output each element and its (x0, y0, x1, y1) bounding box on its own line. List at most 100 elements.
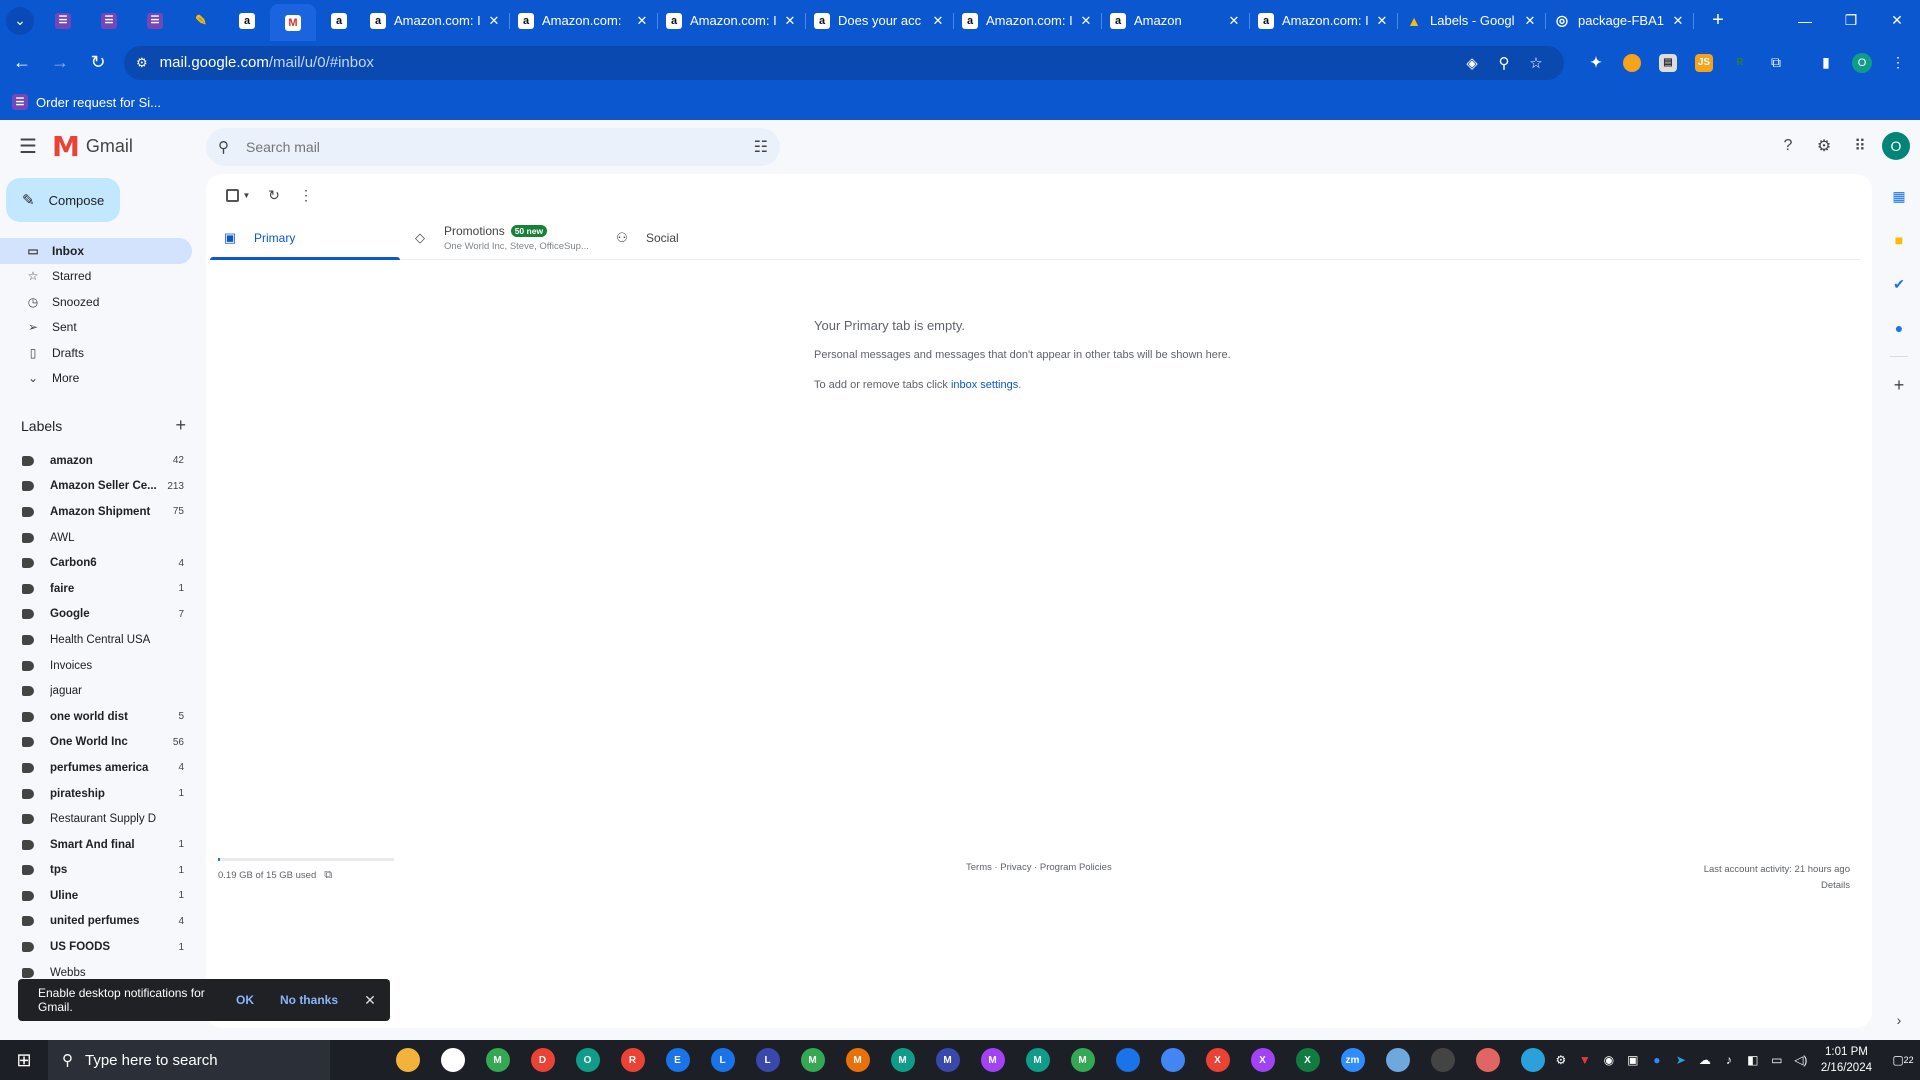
close-tab-icon[interactable]: ✕ (1374, 13, 1390, 29)
network-icon[interactable]: ▭ (1765, 1053, 1789, 1067)
bookmark-star-icon[interactable]: ☆ (1520, 54, 1552, 72)
browser-tab[interactable]: a Does your acc ✕ (806, 4, 954, 38)
taskbar-app[interactable]: M (1015, 1040, 1060, 1080)
address-bar[interactable]: ⚙ mail.google.com/mail/u/0/#inbox ◈ ⚲ ☆ (124, 45, 1564, 80)
calendar-icon[interactable]: ▦ (1878, 174, 1920, 218)
search-icon[interactable]: ⚲ (218, 138, 242, 156)
cloud-icon[interactable]: ☁ (1693, 1053, 1717, 1067)
browser-tab[interactable]: ▲ Labels - Googl ✕ (1398, 4, 1546, 38)
sidebar-item-drafts[interactable]: ▯ Drafts (0, 340, 192, 366)
taskbar-app[interactable] (430, 1040, 475, 1080)
snackbar-ok-button[interactable]: OK (236, 993, 254, 1007)
tray-app-icon[interactable]: ◉ (1597, 1053, 1621, 1067)
browser-tab[interactable]: a Amazon ✕ (1102, 4, 1250, 38)
browser-tab[interactable]: a Amazon.com: ✕ (510, 4, 658, 38)
label-item[interactable]: One World Inc 56 (0, 730, 192, 756)
zoom-tray-icon[interactable]: ● (1645, 1053, 1669, 1067)
taskbar-app[interactable]: zm (1330, 1040, 1375, 1080)
tab-promotions[interactable]: ◇ Promotions 50 new One World Inc, Steve… (400, 216, 602, 259)
label-item[interactable]: Amazon Seller Ce... 213 (0, 474, 192, 500)
taskbar-app[interactable]: X (1240, 1040, 1285, 1080)
url-text[interactable]: mail.google.com/mail/u/0/#inbox (160, 54, 1456, 71)
chrome-menu-button[interactable]: ⋮ (1880, 49, 1916, 77)
taskbar-app[interactable]: E (655, 1040, 700, 1080)
taskbar-app[interactable]: M (925, 1040, 970, 1080)
forward-button[interactable]: → (44, 47, 76, 79)
snackbar-no-thanks-button[interactable]: No thanks (280, 993, 338, 1007)
close-tab-icon[interactable]: ✕ (634, 13, 650, 29)
browser-tab[interactable]: ◎ package-FBA1 ✕ (1546, 4, 1694, 38)
pinned-tab[interactable]: ✎ (178, 4, 224, 38)
extension-button[interactable]: JS (1686, 49, 1722, 77)
pinned-tab[interactable]: ☰ (40, 4, 86, 38)
side-panel-button[interactable]: ▮ (1808, 49, 1844, 77)
chevron-right-icon[interactable]: › (1878, 998, 1920, 1042)
taskbar-app[interactable]: M (835, 1040, 880, 1080)
search-options-icon[interactable]: ☷ (754, 137, 768, 157)
close-tab-icon[interactable]: ✕ (1522, 13, 1538, 29)
settings-gear-icon[interactable]: ⚙ (1806, 130, 1842, 162)
label-item[interactable]: Google 7 (0, 602, 192, 628)
taskbar-app[interactable]: M (475, 1040, 520, 1080)
tab-primary[interactable]: ▣ Primary (210, 216, 400, 260)
taskbar-app[interactable]: M (1060, 1040, 1105, 1080)
taskbar-app[interactable]: R (610, 1040, 655, 1080)
browser-tab[interactable]: a Amazon.com: I ✕ (362, 4, 510, 38)
tray-app-icon[interactable]: ⚙ (1549, 1053, 1573, 1067)
pinned-tab[interactable]: ☰ (86, 4, 132, 38)
label-item[interactable]: perfumes america 4 (0, 755, 192, 781)
select-all-checkbox[interactable]: ▼ (218, 179, 258, 211)
label-item[interactable]: Invoices (0, 653, 192, 679)
sidebar-item-sent[interactable]: ➢ Sent (0, 315, 192, 341)
label-item[interactable]: amazon 42 (0, 448, 192, 474)
volume-icon[interactable]: ◁) (1789, 1053, 1813, 1067)
label-item[interactable]: pirateship 1 (0, 781, 192, 807)
tab-search-button[interactable]: ⌄ (6, 6, 34, 35)
label-item[interactable]: AWL (0, 525, 192, 551)
more-actions-button[interactable]: ⋮ (290, 179, 322, 211)
telegram-tray-icon[interactable]: ➤ (1669, 1053, 1693, 1067)
taskbar-app[interactable]: O (565, 1040, 610, 1080)
taskbar-clock[interactable]: 1:01 PM 2/16/2024 (1821, 1044, 1872, 1076)
extension-button[interactable]: R (1722, 49, 1758, 77)
notification-center-button[interactable]: ▢ 22 (1886, 1040, 1920, 1080)
label-item[interactable]: Smart And final 1 (0, 832, 192, 858)
microphone-icon[interactable]: ♪ (1717, 1053, 1741, 1067)
taskbar-app[interactable] (340, 1040, 385, 1080)
main-menu-button[interactable]: ☰ (4, 122, 52, 170)
taskbar-app[interactable] (1465, 1040, 1510, 1080)
tab-social[interactable]: ⚇ Social (602, 216, 792, 259)
pinned-tab[interactable]: a (224, 4, 270, 38)
label-item[interactable]: Uline 1 (0, 883, 192, 909)
create-label-button[interactable]: + (175, 415, 186, 436)
reload-button[interactable]: ↻ (82, 47, 114, 79)
sidebar-item-more[interactable]: ⌄ More (0, 366, 192, 392)
taskbar-app[interactable]: M (880, 1040, 925, 1080)
taskbar-app[interactable]: X (1195, 1040, 1240, 1080)
taskbar-app[interactable] (1150, 1040, 1195, 1080)
open-in-new-icon[interactable]: ⧉ (324, 869, 332, 882)
browser-tab[interactable]: a Amazon.com: I ✕ (1250, 4, 1398, 38)
contacts-icon[interactable]: ● (1878, 306, 1920, 350)
taskbar-app[interactable] (1105, 1040, 1150, 1080)
extension-button[interactable]: ▤ (1650, 49, 1686, 77)
zoom-icon[interactable]: ⚲ (1488, 54, 1520, 72)
keep-icon[interactable]: ■ (1878, 218, 1920, 262)
tray-app-icon[interactable]: ▼ (1573, 1053, 1597, 1067)
taskbar-app[interactable]: X (1285, 1040, 1330, 1080)
close-tab-icon[interactable]: ✕ (930, 13, 946, 29)
refresh-button[interactable]: ↻ (258, 179, 290, 211)
compose-button[interactable]: ✎ Compose (6, 178, 120, 222)
extensions-menu-button[interactable]: ⧉ (1758, 49, 1794, 77)
help-icon[interactable]: ? (1770, 130, 1806, 162)
taskbar-search[interactable]: ⚲ Type here to search (48, 1040, 330, 1080)
browser-tab[interactable]: a Amazon.com: I ✕ (658, 4, 806, 38)
sidebar-item-snoozed[interactable]: ◷ Snoozed (0, 289, 192, 315)
taskbar-app[interactable] (1375, 1040, 1420, 1080)
label-item[interactable]: united perfumes 4 (0, 909, 192, 935)
add-addon-button[interactable]: + (1878, 363, 1920, 407)
close-window-button[interactable]: ✕ (1874, 0, 1920, 41)
extension-button[interactable]: ✦ (1578, 49, 1614, 77)
label-item[interactable]: tps 1 (0, 858, 192, 884)
details-link[interactable]: Details (1704, 878, 1850, 894)
